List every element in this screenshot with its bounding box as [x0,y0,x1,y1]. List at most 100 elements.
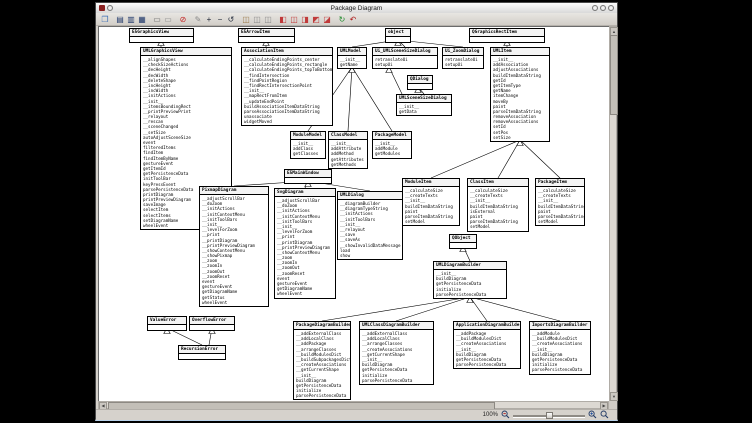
class-box-UMLSceneSizeDialog[interactable]: UMLSceneSizeDialog__init__getData [396,94,452,116]
vertical-scroll-thumb[interactable] [610,35,618,115]
class-box-title: UMLDiagramBuilder [434,262,506,270]
class-box-title: ImportsDiagramBuilder [530,322,590,330]
print-preview-icon[interactable]: ▭ [163,14,173,25]
class-box-members: __init__addClassgetClasses [291,140,325,158]
diagram-canvas[interactable]: E5GraphicsView E5ArrowItem object QGraphics… [98,26,610,402]
class-box-ApplicationDiagramBuilder[interactable]: ApplicationDiagramBuilder__addPackage__b… [453,321,521,369]
class-box-UMLItem[interactable]: UMLItem__init__addAssociationadjustAssoc… [490,47,550,142]
class-member: parsePersistenceData [296,393,350,398]
maximize-button[interactable] [600,5,606,11]
class-box-UMLDiagramBuilder[interactable]: UMLDiagramBuilder__init__buildDiagramget… [433,261,507,299]
class-box-title: ValueError [148,317,186,325]
align-top-icon[interactable]: ◩ [311,14,321,25]
class-box-AssociationItem[interactable]: AssociationItem__calculateEndingPoints_c… [241,47,333,126]
minimize-button[interactable] [592,5,598,11]
inheritance-edge [322,297,470,321]
class-box-UMLDialog[interactable]: UMLDialog__diagramBuilder__diagramTypeSt… [337,191,403,260]
zoom-reset-icon[interactable]: ↺ [226,14,236,25]
class-member: buildItemDataString [405,204,459,209]
class-box-members: __diagramBuilder__diagramTypeString__ini… [338,200,402,259]
class-box-E5MainWindow[interactable]: E5MainWindow [284,169,332,184]
class-member: setModel [470,224,528,229]
package-diagram-window: Package Diagram ❐▤▥▦▭▭⊘✎+−↺◫◫◫◧◫◨◩◪↻↶ E5… [95,2,618,421]
zoom-slider-handle[interactable] [546,412,553,419]
class-box-members: __addPackage__buildModulesDict__createAs… [454,330,520,368]
align-right-icon[interactable]: ◨ [300,14,310,25]
save-as-image-icon[interactable]: ▦ [137,14,147,25]
class-box-members: __calculateEndingPoints_center__calculat… [242,56,332,125]
class-member: getName [340,62,366,67]
window-cascade-icon[interactable]: ◫ [241,14,251,25]
class-box-PixmapDiagram[interactable]: PixmapDiagram__adjustScrollBar__doZoom__… [199,186,269,307]
rescan-icon[interactable]: ↶ [348,14,358,25]
class-member: getAttributes [331,157,367,162]
zoom-out-icon[interactable] [501,410,510,421]
class-box-title: ClassModel [329,132,367,140]
class-member: __createAssociations [532,341,590,346]
class-box-object[interactable]: object [385,28,411,43]
zoom-slider[interactable] [513,411,585,420]
class-box-QGraphicsRectItem[interactable]: QGraphicsRectItem [469,28,545,43]
class-box-title: PixmapDiagram [200,187,268,195]
class-box-members: __init__getData [397,103,451,115]
class-box-members: __calculateSize__createTexts__init__buil… [536,187,584,225]
relayout-icon[interactable]: ↻ [337,14,347,25]
class-box-ImportsDiagramBuilder[interactable]: ImportsDiagramBuilder__addModule__buildM… [529,321,591,375]
class-member: wheelEvent [202,300,268,305]
vertical-scrollbar[interactable]: ▲ ▼ [609,26,617,402]
class-box-Ui_ZoomDialog[interactable]: Ui_ZoomDialogretranslateUisetupUi [442,47,484,69]
class-box-title: E5GraphicsView [130,29,193,37]
class-box-QDialog[interactable]: QDialog [407,75,433,90]
class-member: parsePersistenceData [436,292,506,297]
edit-icon[interactable]: ✎ [193,14,203,25]
close-button[interactable] [608,5,614,11]
class-box-RecursionError[interactable]: RecursionError [178,345,226,360]
class-box-SvgDiagram[interactable]: SvgDiagram__adjustScrollBar__doZoom__ini… [274,188,336,299]
shade-button[interactable] [107,5,113,11]
scroll-down-icon[interactable]: ▼ [610,392,618,401]
align-bottom-icon[interactable]: ◪ [322,14,332,25]
class-box-PackageItem[interactable]: PackageItem__calculateSize__createTexts_… [535,178,585,226]
class-box-members [450,243,476,248]
window-title: Package Diagram [96,5,617,12]
class-box-OverflowError[interactable]: OverflowError [189,316,235,331]
class-box-ValueError[interactable]: ValueError [147,316,187,331]
scrollbar-corner [609,401,617,409]
class-box-ClassItem[interactable]: ClassItem__calculateSize__createTexts__i… [467,178,529,232]
class-box-Ui_UMLSceneSizeDialog[interactable]: Ui_UMLSceneSizeDialogretranslateUisetupU… [372,47,438,69]
class-box-PackageModel[interactable]: PackageModel__init__addModulegetModules [372,131,412,159]
window-tile-icon[interactable]: ◫ [252,14,262,25]
class-member: parsePersistenceData [456,362,520,367]
class-box-E5ArrowItem[interactable]: E5ArrowItem [238,28,295,43]
class-box-UMLClassDiagramBuilder[interactable]: UMLClassDiagramBuilder__addExternalClass… [359,321,434,385]
class-box-ClassModel[interactable]: ClassModel__init__addAttributeaddMethodg… [328,131,368,169]
class-member: show [340,253,402,258]
class-member: __showInvalidDataMessage [340,243,402,248]
class-box-E5GraphicsView[interactable]: E5GraphicsView [129,28,194,43]
class-box-QObject[interactable]: QObject [449,234,477,249]
horizontal-scrollbar[interactable]: ◀ ▶ [98,401,609,409]
zoom-out-icon[interactable]: − [215,14,225,25]
zoom-in-icon[interactable]: + [204,14,214,25]
class-member: parsePersistenceData [362,378,433,383]
new-window-icon[interactable]: ❐ [100,14,110,25]
class-box-UMLModel[interactable]: UMLModel__init__getName [337,47,367,69]
window-restore-icon[interactable]: ◫ [263,14,273,25]
class-member: getMethods [331,162,367,167]
align-left-icon[interactable]: ◧ [278,14,288,25]
desktop: Package Diagram ❐▤▥▦▭▭⊘✎+−↺◫◫◫◧◫◨◩◪↻↶ E5… [0,0,752,423]
zoom-reset-icon[interactable] [600,410,609,421]
save-diagram-icon[interactable]: ▥ [126,14,136,25]
load-diagram-icon[interactable]: ▤ [115,14,125,25]
class-box-members: __calculateSize__createTexts__init__buil… [468,187,528,231]
class-box-members [470,37,544,42]
close-window-icon[interactable]: ⊘ [178,14,188,25]
class-box-members: __init__buildDiagramgetPersistenceDatain… [434,270,506,298]
align-hcenter-icon[interactable]: ◫ [289,14,299,25]
class-box-members [239,37,294,42]
zoom-in-icon[interactable] [588,410,597,421]
class-box-ModuleItem[interactable]: ModuleItem__calculateSize__createTexts__… [402,178,460,226]
class-box-ModuleModel[interactable]: ModuleModel__init__addClassgetClasses [290,131,326,159]
class-box-PackageDiagramBuilder[interactable]: PackageDiagramBuilder__addExternalClass_… [293,321,351,400]
print-icon[interactable]: ▭ [152,14,162,25]
